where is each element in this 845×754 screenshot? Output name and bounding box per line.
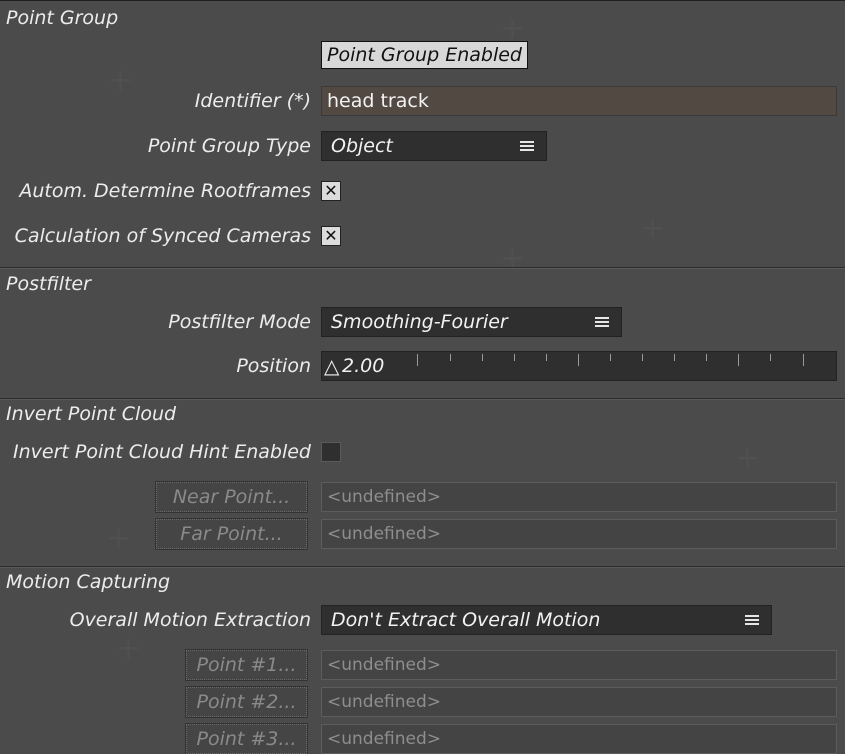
position-value: 2.00 (342, 355, 385, 377)
position-label: Position (236, 355, 311, 377)
x-mark-icon: ✕ (324, 226, 338, 245)
synced-cameras-checkbox[interactable]: ✕ (321, 226, 341, 246)
point-3-button[interactable]: Point #3... (185, 723, 308, 754)
slider-tick (610, 354, 611, 361)
background-cross: + (735, 441, 761, 476)
delta-icon: △ (324, 354, 340, 378)
slider-tick (482, 354, 483, 361)
point-group-type-value: Object (331, 135, 393, 157)
menu-lines-icon (520, 141, 534, 151)
slider-tick (417, 354, 418, 366)
background-cross: + (106, 521, 132, 556)
postfilter-mode-label: Postfilter Mode (168, 311, 311, 333)
invert-hint-checkbox[interactable] (321, 442, 341, 462)
point-group-type-label: Point Group Type (147, 135, 311, 157)
overall-motion-extraction-label: Overall Motion Extraction (69, 609, 311, 631)
section-header-motion-capturing[interactable]: Motion Capturing (0, 567, 845, 597)
slider-tick (642, 354, 643, 361)
point-1-button[interactable]: Point #1... (185, 649, 308, 681)
x-mark-icon: ✕ (324, 181, 338, 200)
background-cross: + (108, 63, 134, 98)
section-header-invert-point-cloud[interactable]: Invert Point Cloud (0, 399, 845, 429)
postfilter-mode-value: Smoothing-Fourier (331, 311, 508, 333)
autom-rootframes-label: Autom. Determine Rootframes (19, 180, 311, 202)
postfilter-mode-dropdown[interactable]: Smoothing-Fourier (321, 307, 622, 337)
slider-tick (578, 354, 579, 366)
near-point-button[interactable]: Near Point... (155, 481, 308, 513)
background-cross: + (116, 631, 142, 666)
point-group-type-dropdown[interactable]: Object (321, 131, 547, 161)
identifier-input[interactable]: head track (321, 86, 837, 116)
slider-tick (770, 354, 771, 361)
slider-tick (803, 354, 804, 366)
point-3-field: <undefined> (321, 724, 837, 754)
far-point-field: <undefined> (321, 519, 837, 549)
attribute-editor-panel: + + + + + + + Point Group Point Group En… (0, 0, 845, 754)
slider-tick (546, 354, 547, 361)
slider-tick (706, 354, 707, 361)
near-point-field: <undefined> (321, 482, 837, 512)
point-1-field: <undefined> (321, 650, 837, 680)
menu-lines-icon (745, 615, 759, 625)
section-header-point-group[interactable]: Point Group (0, 3, 845, 33)
point-2-field: <undefined> (321, 687, 837, 717)
slider-tick (738, 354, 739, 366)
background-cross: + (640, 211, 666, 246)
overall-motion-extraction-value: Don't Extract Overall Motion (331, 609, 601, 631)
position-slider[interactable]: △ 2.00 (321, 351, 837, 381)
point-group-enabled-toggle[interactable]: Point Group Enabled (321, 41, 528, 69)
slider-tick (674, 354, 675, 361)
identifier-label: Identifier (*) (194, 90, 311, 112)
section-header-postfilter[interactable]: Postfilter (0, 269, 845, 299)
menu-lines-icon (595, 317, 609, 327)
far-point-button[interactable]: Far Point... (155, 518, 308, 550)
slider-tick (450, 354, 451, 361)
invert-hint-label: Invert Point Cloud Hint Enabled (13, 441, 311, 463)
slider-tick (514, 354, 515, 361)
overall-motion-extraction-dropdown[interactable]: Don't Extract Overall Motion (321, 605, 772, 635)
autom-rootframes-checkbox[interactable]: ✕ (321, 181, 341, 201)
synced-cameras-label: Calculation of Synced Cameras (14, 225, 311, 247)
point-2-button[interactable]: Point #2... (185, 686, 308, 718)
